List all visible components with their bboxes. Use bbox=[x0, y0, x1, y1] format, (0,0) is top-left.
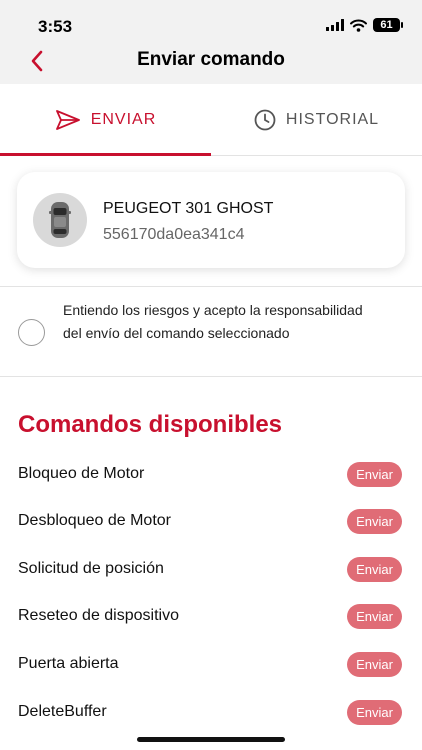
consent-text: Entiendo los riesgos y acepto la respons… bbox=[63, 302, 363, 341]
consent-section: Entiendo los riesgos y acepto la respons… bbox=[0, 286, 422, 377]
command-label: Bloqueo de Motor bbox=[18, 465, 145, 482]
vehicle-name: PEUGEOT 301 GHOST bbox=[103, 200, 274, 217]
vehicle-avatar bbox=[33, 193, 87, 247]
command-row: Desbloqueo de Motor Enviar bbox=[0, 498, 422, 545]
signal-icon bbox=[326, 19, 344, 31]
page-title: Enviar comando bbox=[137, 49, 285, 70]
tab-enviar[interactable]: ENVIAR bbox=[0, 84, 211, 156]
vehicle-id: 556170da0ea341c4 bbox=[103, 226, 245, 243]
clock-icon bbox=[254, 109, 276, 131]
send-command-button[interactable]: Enviar bbox=[347, 557, 402, 582]
car-icon bbox=[49, 202, 71, 238]
send-icon bbox=[55, 110, 80, 130]
vehicle-card[interactable]: PEUGEOT 301 GHOST 556170da0ea341c4 bbox=[17, 172, 405, 268]
tab-historial-label: HISTORIAL bbox=[285, 111, 380, 128]
tab-historial[interactable]: HISTORIAL bbox=[211, 84, 422, 156]
command-row: Solicitud de posición Enviar bbox=[0, 546, 422, 593]
send-command-button[interactable]: Enviar bbox=[347, 604, 402, 629]
status-time: 3:53 bbox=[38, 17, 73, 36]
send-command-button[interactable]: Enviar bbox=[347, 462, 402, 487]
command-row: Reseteo de dispositivo Enviar bbox=[0, 593, 422, 640]
send-command-button[interactable]: Enviar bbox=[347, 509, 402, 534]
tab-enviar-label: ENVIAR bbox=[90, 111, 157, 128]
home-indicator bbox=[137, 737, 285, 742]
status-icons: 61 bbox=[326, 18, 403, 32]
wifi-icon bbox=[350, 19, 367, 32]
send-command-button[interactable]: Enviar bbox=[347, 700, 402, 725]
command-label: Solicitud de posición bbox=[18, 560, 164, 577]
battery-icon: 61 bbox=[373, 18, 403, 32]
command-label: Desbloqueo de Motor bbox=[18, 512, 171, 529]
top-bar: 3:53 61 Enviar comando bbox=[0, 0, 422, 84]
command-row: DeleteBuffer Enviar bbox=[0, 689, 422, 736]
commands-title: Comandos disponibles bbox=[18, 411, 283, 438]
command-label: Reseteo de dispositivo bbox=[18, 607, 179, 624]
send-command-button[interactable]: Enviar bbox=[347, 652, 402, 677]
consent-radio[interactable] bbox=[18, 319, 45, 346]
command-label: DeleteBuffer bbox=[18, 703, 107, 720]
command-row: Puerta abierta Enviar bbox=[0, 641, 422, 688]
command-label: Puerta abierta bbox=[18, 655, 119, 672]
command-row: Bloqueo de Motor Enviar bbox=[0, 451, 422, 498]
active-tab-indicator bbox=[0, 153, 211, 156]
tab-bar: ENVIAR HISTORIAL bbox=[0, 84, 422, 156]
